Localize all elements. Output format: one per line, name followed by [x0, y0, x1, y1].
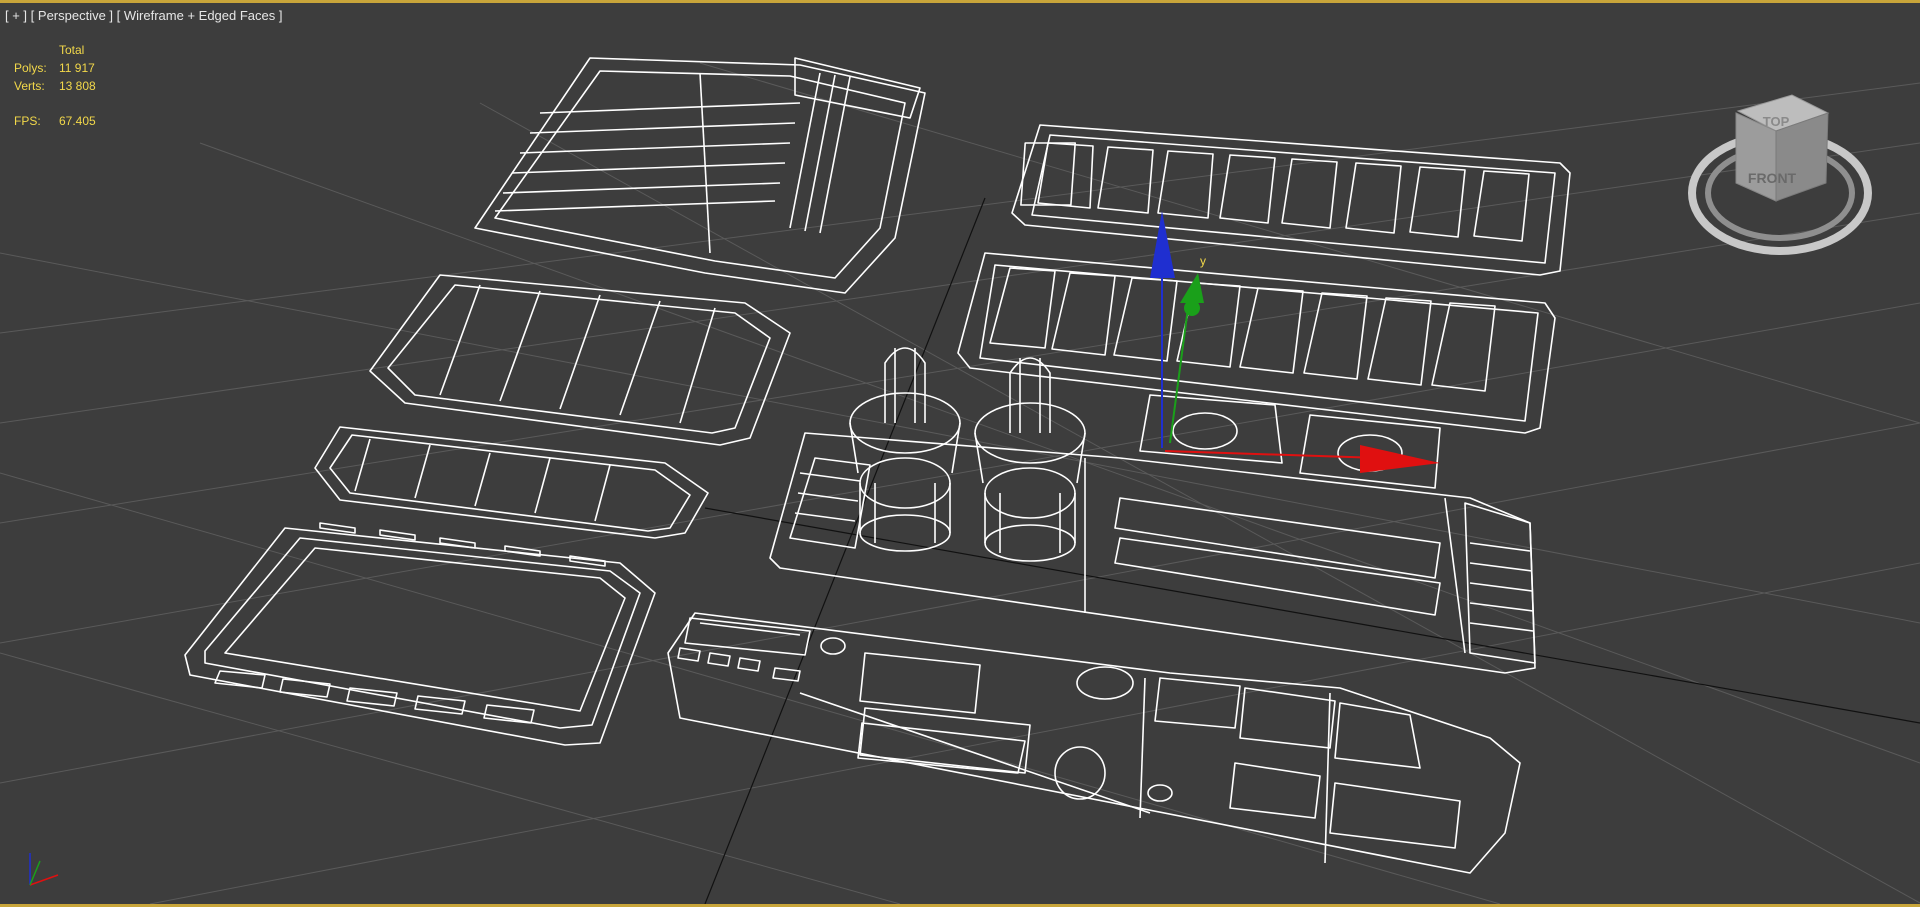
mesh-button-panel-bottom[interactable]: [957, 252, 1556, 434]
mesh-flat-panel-2[interactable]: [314, 426, 709, 539]
gizmo-y-label: y: [1200, 254, 1206, 268]
home-grid: [0, 62, 1920, 904]
viewport-perspective[interactable]: [ + ] [ Perspective ] [ Wireframe + Edge…: [0, 0, 1920, 907]
viewcube[interactable]: TOP FRONT: [1680, 83, 1880, 273]
viewcube-front-label: FRONT: [1748, 170, 1797, 186]
wireframe-scene[interactable]: y: [0, 3, 1920, 904]
mesh-flat-panel-3[interactable]: [184, 522, 656, 746]
transform-gizmo[interactable]: y: [1150, 211, 1440, 473]
grid-axis-lines: [704, 197, 1920, 904]
mesh-ribbed-panel[interactable]: [474, 57, 926, 294]
mesh-button-panel-top[interactable]: [1011, 124, 1571, 276]
viewcube-top-label: TOP: [1763, 114, 1790, 129]
mesh-cylinder-left[interactable]: [849, 347, 961, 552]
mesh-cylinder-right[interactable]: [974, 357, 1086, 562]
mesh-long-assembly[interactable]: [667, 612, 1521, 874]
axis-tripod: [29, 853, 59, 886]
mesh-sockets[interactable]: [1139, 394, 1441, 489]
